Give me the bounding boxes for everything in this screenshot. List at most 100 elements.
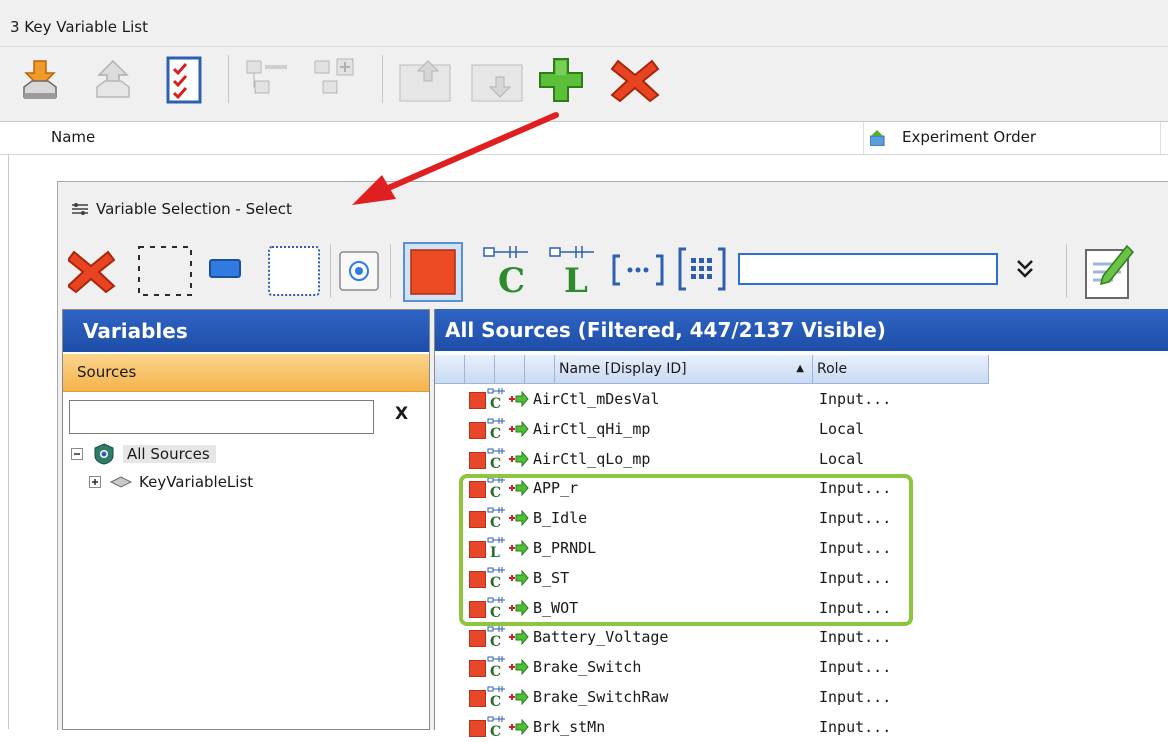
input-arrow-icon (509, 689, 529, 705)
variable-name: Battery_Voltage (533, 628, 669, 647)
layer-icon (109, 476, 133, 488)
column-blank[interactable] (495, 355, 525, 383)
chevron-double-down-icon[interactable] (1013, 257, 1037, 281)
calibration-c-icon: C (487, 417, 505, 439)
input-arrow-icon (509, 420, 529, 437)
label-l-icon[interactable]: L (546, 242, 598, 298)
toolbar-separator (330, 244, 331, 298)
tree-expand-icon[interactable] (313, 57, 359, 103)
edit-document-icon[interactable] (1083, 242, 1137, 302)
move-down-icon[interactable] (470, 57, 530, 103)
toolbar-separator (1066, 244, 1067, 298)
matrix-bracket-icon[interactable] (676, 246, 728, 292)
input-arrow-icon (509, 391, 529, 407)
calibration-c-icon: C (487, 656, 505, 677)
variable-kind-letter: C (490, 426, 501, 439)
export-icon[interactable] (93, 57, 133, 105)
array-bracket-icon[interactable] (610, 252, 666, 288)
sort-order-icon (870, 130, 885, 146)
selection-square-icon[interactable] (469, 451, 486, 469)
input-arrow-icon (509, 450, 529, 467)
variable-role: Local (819, 419, 865, 438)
variables-header: Variables (63, 310, 429, 352)
selection-square-icon[interactable] (469, 690, 486, 707)
filter-input[interactable] (738, 253, 998, 285)
outer-window-title: 3 Key Variable List (10, 18, 148, 36)
sources-column-header: Name [Display ID] ▲ Role (435, 355, 989, 384)
red-square-toggle-icon[interactable] (403, 242, 463, 302)
sources-list-header: All Sources (Filtered, 447/2137 Visible) (435, 309, 1168, 351)
sources-search-clear-button[interactable]: X (395, 404, 408, 424)
table-row[interactable]: C Brake_SwitchRaw Input... (435, 683, 989, 712)
selection-square-icon[interactable] (469, 719, 486, 737)
column-name-label: Name [Display ID] (559, 361, 687, 377)
tree-expand-toggle-icon[interactable] (89, 476, 101, 488)
variable-name: AirCtl_qHi_mp (533, 419, 651, 438)
calibration-c-icon[interactable]: C (480, 242, 532, 298)
sources-search-input[interactable] (69, 400, 374, 434)
selection-square-icon[interactable] (469, 660, 486, 678)
toolbar-separator (390, 244, 391, 298)
dialog-title: Variable Selection - Select (96, 200, 292, 218)
variable-kind-letter: C (490, 396, 501, 409)
calibration-c-icon: C (487, 626, 505, 647)
blue-block-icon[interactable] (208, 257, 244, 281)
checklist-icon[interactable] (165, 55, 203, 105)
calibration-c-icon: C (487, 715, 505, 737)
column-role[interactable]: Role (813, 355, 989, 383)
clear-selection-x-icon[interactable] (68, 246, 116, 296)
dotted-frame-icon[interactable] (266, 244, 322, 298)
toolbar-separator (382, 55, 383, 103)
variable-role: Input... (819, 628, 892, 647)
column-name-display-id[interactable]: Name [Display ID] ▲ (555, 355, 813, 383)
column-blank[interactable] (465, 355, 495, 383)
calibration-c-icon: C (487, 388, 505, 409)
table-row[interactable]: C AirCtl_qLo_mp Local (435, 445, 989, 474)
toolbar-separator (228, 55, 229, 103)
selection-square-icon[interactable] (469, 421, 486, 439)
import-icon[interactable] (20, 57, 60, 105)
column-name[interactable]: Name (51, 128, 95, 146)
tree-collapse-icon[interactable] (245, 57, 291, 103)
table-row[interactable]: C Brk_stMn Input... (435, 713, 989, 742)
move-up-icon[interactable] (398, 57, 458, 103)
dialog-toolbar: C L (58, 232, 1168, 308)
table-row[interactable]: C AirCtl_qHi_mp Local (435, 415, 989, 444)
table-row[interactable]: C Brake_Switch Input... (435, 653, 989, 682)
variable-name: Brk_stMn (533, 717, 606, 736)
input-arrow-icon (509, 718, 529, 735)
table-row[interactable]: C AirCtl_mDesVal Input... (435, 385, 989, 414)
outer-column-header: Name Experiment Order (0, 122, 1168, 155)
variable-kind-letter: C (490, 694, 501, 707)
input-arrow-icon (509, 629, 529, 646)
variable-role: Local (819, 449, 865, 468)
sources-tab[interactable]: Sources (63, 354, 429, 392)
calibration-c-icon: C (487, 447, 505, 469)
tree-item-label: KeyVariableList (139, 473, 254, 491)
variable-kind-letter: C (490, 456, 501, 469)
tree-collapse-toggle-icon[interactable] (71, 448, 83, 460)
variable-name: Brake_SwitchRaw (533, 688, 669, 706)
dashed-selection-icon[interactable] (136, 244, 194, 298)
list-icon (72, 203, 88, 215)
selection-square-icon[interactable] (469, 392, 486, 409)
all-sources-icon (94, 443, 114, 465)
column-blank[interactable] (435, 355, 465, 383)
column-role-label: Role (817, 361, 848, 377)
column-experiment-order[interactable]: Experiment Order (902, 128, 1036, 146)
variable-kind-letter: C (490, 634, 501, 647)
delete-x-icon[interactable] (610, 55, 660, 105)
outer-window-title-bar: 3 Key Variable List (0, 0, 1168, 47)
table-row[interactable]: C Battery_Voltage Input... (435, 623, 989, 652)
outer-toolbar (0, 47, 1168, 122)
variable-role: Input... (819, 658, 892, 677)
selection-square-icon[interactable] (469, 630, 486, 648)
column-blank[interactable] (525, 355, 555, 383)
variable-role: Input... (819, 688, 892, 706)
calibration-c-icon: C (487, 686, 505, 707)
svg-text:L: L (564, 261, 588, 298)
variable-name: AirCtl_mDesVal (533, 390, 660, 408)
target-icon[interactable] (338, 250, 380, 292)
add-plus-icon[interactable] (537, 55, 585, 105)
column-separator (1160, 122, 1161, 154)
